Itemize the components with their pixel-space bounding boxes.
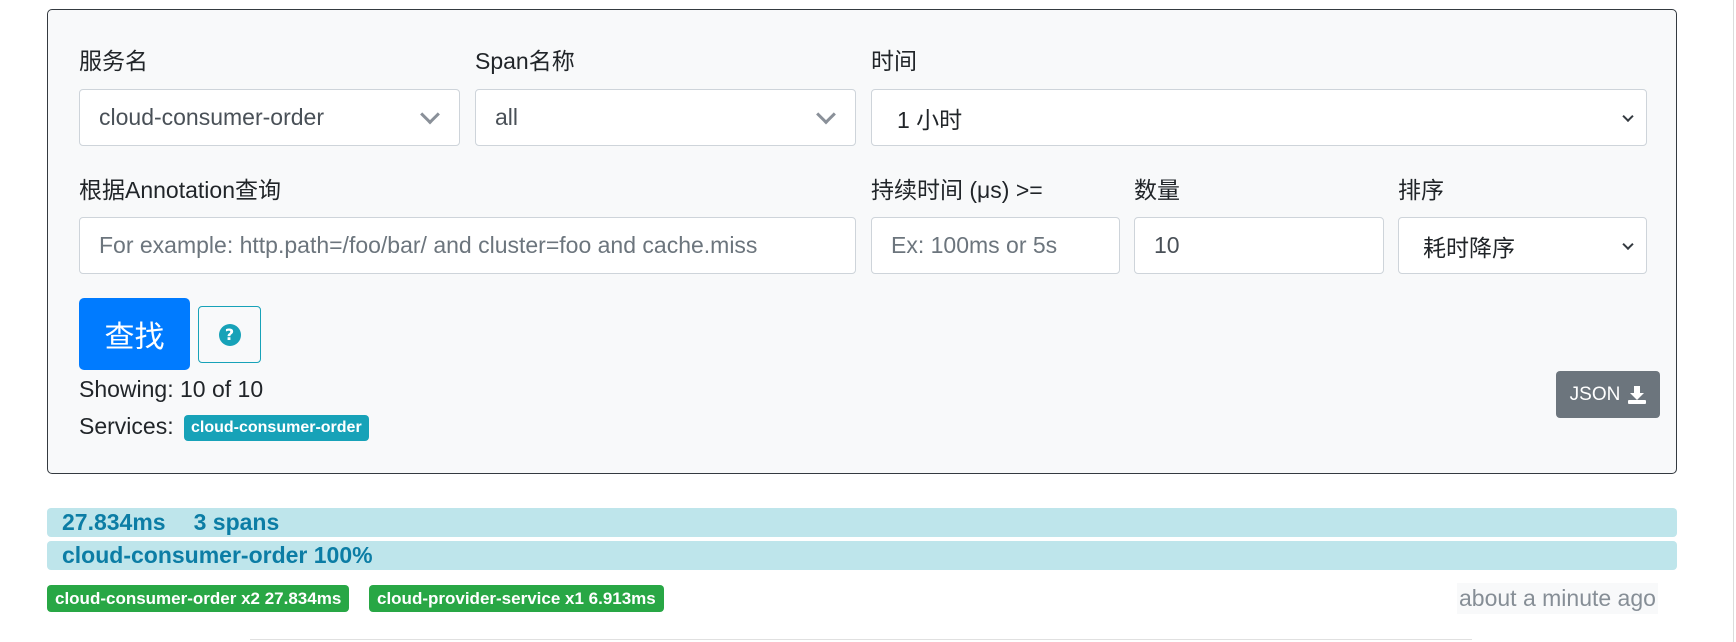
services-label: Services: (79, 413, 174, 439)
chevron-down-icon (1622, 110, 1634, 122)
limit-input[interactable]: 10 (1134, 217, 1384, 274)
service-percent-text: cloud-consumer-order 100% (62, 542, 373, 568)
sort-select[interactable]: 耗时降序 (1398, 217, 1647, 274)
service-name-select[interactable]: cloud-consumer-order (79, 89, 460, 146)
showing-count: Showing: 10 of 10 (79, 376, 264, 402)
find-button[interactable]: 查找 (79, 298, 190, 370)
time-label: 时间 (871, 48, 917, 74)
services-row: Services: cloud-consumer-order (79, 413, 369, 441)
trace-service-percent-bar[interactable]: cloud-consumer-order 100% (47, 541, 1677, 570)
annotation-placeholder: For example: http.path=/foo/bar/ and clu… (99, 232, 758, 258)
service-name-label: 服务名 (79, 48, 148, 74)
limit-value: 10 (1154, 232, 1180, 258)
chevron-down-icon (420, 104, 440, 124)
trace-duration: 27.834ms (62, 509, 166, 535)
service-duration-badge: cloud-provider-service x1 6.913ms (369, 585, 664, 612)
sort-value: 耗时降序 (1423, 234, 1515, 261)
help-button[interactable]: ? (198, 306, 261, 363)
limit-label: 数量 (1134, 177, 1180, 203)
span-name-select[interactable]: all (475, 89, 856, 146)
scrollbar-edge (1733, 0, 1734, 642)
service-duration-badge: cloud-consumer-order x2 27.834ms (47, 585, 350, 612)
trace-timestamp: about a minute ago (1457, 583, 1658, 614)
sort-label: 排序 (1398, 177, 1444, 203)
annotation-label: 根据Annotation查询 (79, 177, 281, 203)
service-name-value: cloud-consumer-order (99, 104, 324, 130)
search-panel: 服务名 cloud-consumer-order Span名称 all 时间 1… (47, 9, 1677, 474)
duration-placeholder: Ex: 100ms or 5s (891, 232, 1058, 258)
trace-span-count: 3 spans (193, 509, 280, 535)
json-download-button[interactable]: JSON (1556, 371, 1660, 418)
download-icon (1628, 385, 1647, 404)
annotation-query-input[interactable]: For example: http.path=/foo/bar/ and clu… (79, 217, 856, 274)
chevron-down-icon (1622, 238, 1634, 250)
service-badge: cloud-consumer-order (183, 414, 369, 441)
min-duration-input[interactable]: Ex: 100ms or 5s (871, 217, 1120, 274)
span-name-label: Span名称 (475, 48, 575, 74)
time-value: 1 小时 (897, 106, 963, 133)
divider (250, 639, 1472, 640)
question-circle-icon: ? (218, 323, 241, 346)
time-select[interactable]: 1 小时 (871, 89, 1647, 146)
trace-summary-bar[interactable]: 27.834ms 3 spans (47, 508, 1677, 537)
span-name-value: all (495, 104, 519, 130)
json-button-label: JSON (1569, 383, 1621, 405)
duration-label: 持续时间 (μs) >= (871, 177, 1043, 203)
chevron-down-icon (816, 104, 836, 124)
